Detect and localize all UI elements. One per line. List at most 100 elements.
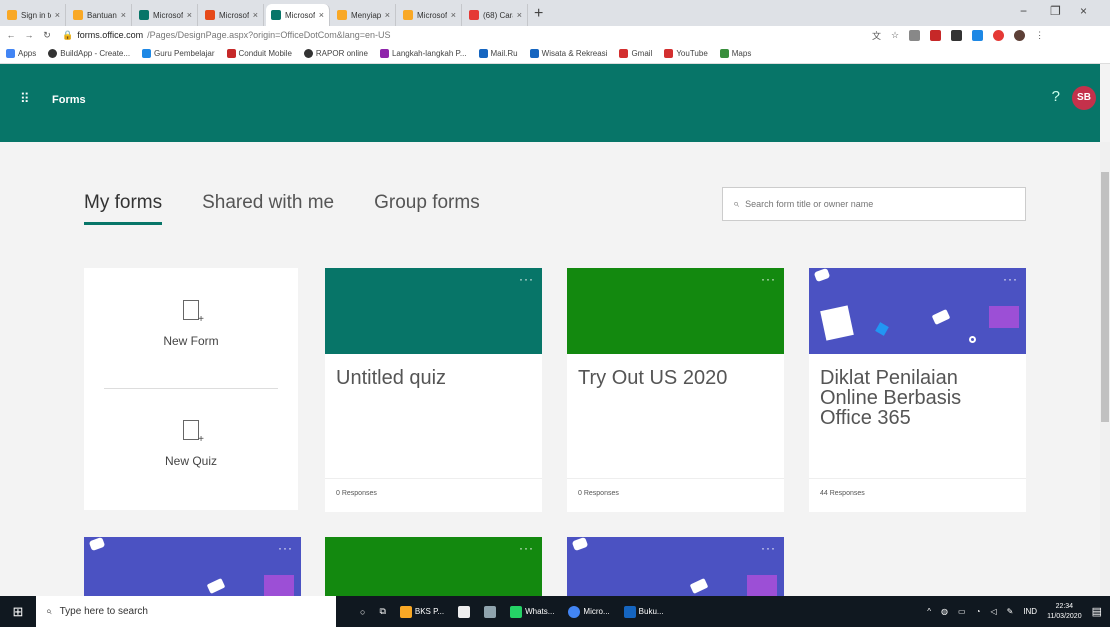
more-options-icon[interactable]: ··· (519, 272, 534, 286)
more-options-icon[interactable]: ··· (278, 541, 293, 555)
pen-icon[interactable]: ✎ (1007, 607, 1014, 616)
browser-tab-active[interactable]: Microsoft F × (266, 4, 330, 26)
chevron-up-icon[interactable]: ^ (927, 607, 931, 616)
search-box[interactable]: ⌕ (722, 187, 1026, 221)
form-card[interactable]: ··· Untitled quiz 0 Responses (325, 268, 542, 512)
scrollbar-thumb[interactable] (1101, 172, 1109, 422)
folder-icon (399, 605, 412, 618)
decoration-block (264, 575, 294, 596)
browser-tab[interactable]: Microsoft O × (200, 4, 264, 26)
form-card[interactable]: ··· (567, 537, 784, 596)
form-card[interactable]: ··· Diklat Penilaian Online Berbasis Off… (809, 268, 1026, 512)
forward-icon[interactable]: → (22, 30, 36, 40)
close-icon[interactable]: × (253, 10, 258, 20)
star-icon[interactable]: ☆ (891, 30, 899, 41)
browser-tab[interactable]: Microsoft F × (398, 4, 462, 26)
clock[interactable]: 22:34 11/03/2020 (1047, 602, 1082, 622)
network-icon[interactable]: ◍ (941, 607, 948, 616)
bookmark[interactable]: Maps (719, 49, 751, 58)
close-icon[interactable]: × (517, 10, 522, 20)
tab-group-forms[interactable]: Group forms (374, 192, 480, 225)
browser-tab[interactable]: Sign in to M × (2, 4, 66, 26)
more-options-icon[interactable]: ··· (761, 541, 776, 555)
cortana-icon[interactable]: ○ (360, 607, 365, 617)
gmail-icon (619, 49, 629, 58)
form-card[interactable]: ··· (325, 537, 542, 596)
menu-icon[interactable]: ⋮ (1035, 30, 1044, 41)
browser-tab[interactable]: Microsoft F × (134, 4, 198, 26)
translate-icon[interactable]: 文 (872, 29, 881, 42)
window-close-icon[interactable]: × (1080, 4, 1087, 18)
url-host: forms.office.com (77, 30, 144, 40)
extension-icon[interactable] (972, 29, 984, 41)
page-scrollbar[interactable] (1100, 142, 1110, 596)
extension-icon[interactable] (930, 29, 942, 41)
bookmark[interactable]: Conduit Mobile (226, 49, 292, 58)
card-thumbnail: ··· (567, 268, 784, 354)
wifi-icon[interactable]: ◔ (976, 607, 981, 616)
app-name[interactable]: Forms (52, 94, 86, 106)
start-button[interactable]: ⊞ (0, 596, 36, 627)
new-form-icon (183, 300, 204, 325)
bookmark[interactable]: Guru Pembelajar (142, 49, 215, 58)
url-field[interactable]: 🔒 forms.office.com/Pages/DesignPage.aspx… (62, 27, 842, 43)
browser-tab[interactable]: Bantuan & - × (68, 4, 132, 26)
task-view-icon[interactable]: ⧉ (379, 606, 385, 617)
bookmark[interactable]: BuildApp - Create... (48, 49, 130, 58)
taskbar-app[interactable]: Buku... (623, 605, 664, 618)
tab-shared-with-me[interactable]: Shared with me (202, 192, 334, 225)
close-icon[interactable]: × (55, 10, 60, 20)
close-icon[interactable]: × (385, 10, 390, 20)
divider (325, 478, 542, 479)
form-card[interactable]: ··· Try Out US 2020 0 Responses (567, 268, 784, 512)
back-icon[interactable]: ← (4, 30, 18, 40)
bookmark[interactable]: RAPOR online (303, 49, 368, 58)
app-icon[interactable] (484, 605, 497, 618)
bookmark[interactable]: Mail.Ru (478, 49, 518, 58)
extension-icon[interactable] (951, 29, 963, 41)
bookmark[interactable]: YouTube (664, 49, 708, 58)
new-quiz-button[interactable]: New Quiz (84, 420, 298, 468)
taskbar-app[interactable]: BKS P... (399, 605, 444, 618)
browser-tab[interactable]: Menyiapkan × (332, 4, 396, 26)
avatar[interactable]: SB (1072, 86, 1096, 110)
chrome-icon (568, 605, 581, 618)
form-card[interactable]: ··· (84, 537, 301, 596)
extension-icon[interactable] (993, 29, 1005, 41)
taskbar-app[interactable]: Micro... (568, 605, 610, 618)
volume-icon[interactable]: ◁ (990, 607, 996, 616)
more-options-icon[interactable]: ··· (519, 541, 534, 555)
notifications-icon[interactable]: ▤ (1092, 605, 1102, 618)
tab-my-forms[interactable]: My forms (84, 192, 163, 225)
close-icon[interactable]: × (187, 10, 192, 20)
tab-favicon (403, 10, 413, 20)
close-icon[interactable]: × (451, 10, 456, 20)
profile-icon[interactable] (1014, 29, 1026, 41)
close-icon[interactable]: × (319, 10, 324, 20)
taskbar-app[interactable]: Whats... (510, 605, 554, 618)
extension-icon[interactable] (909, 29, 921, 41)
taskbar-search[interactable]: ⌕ Type here to search (36, 596, 336, 627)
bookmark[interactable]: Langkah-langkah P... (379, 49, 467, 58)
store-icon[interactable] (458, 605, 471, 618)
help-icon[interactable]: ? (1052, 88, 1060, 105)
battery-icon[interactable]: ▭ (958, 607, 966, 616)
browser-tab[interactable]: (68) Cara M × (464, 4, 528, 26)
reload-icon[interactable]: ↻ (40, 30, 54, 41)
tab-favicon (7, 10, 17, 20)
app-launcher-icon[interactable]: ⠿ (20, 92, 34, 106)
bookmark[interactable]: Wisata & Rekreasi (529, 49, 607, 58)
address-bar: ← → ↻ 🔒 forms.office.com/Pages/DesignPag… (0, 26, 1110, 44)
bookmark-icon (226, 49, 236, 58)
search-input[interactable] (745, 199, 1006, 209)
minimize-icon[interactable]: − (1020, 4, 1027, 18)
more-options-icon[interactable]: ··· (761, 272, 776, 286)
bookmark[interactable]: Gmail (619, 49, 652, 58)
language-indicator[interactable]: IND (1023, 607, 1037, 616)
new-tab-button[interactable]: + (534, 4, 543, 26)
close-icon[interactable]: × (121, 10, 126, 20)
bookmark-apps[interactable]: Apps (6, 49, 36, 58)
more-options-icon[interactable]: ··· (1003, 272, 1018, 286)
maximize-icon[interactable]: ❐ (1050, 4, 1061, 18)
new-form-button[interactable]: New Form (84, 300, 298, 348)
